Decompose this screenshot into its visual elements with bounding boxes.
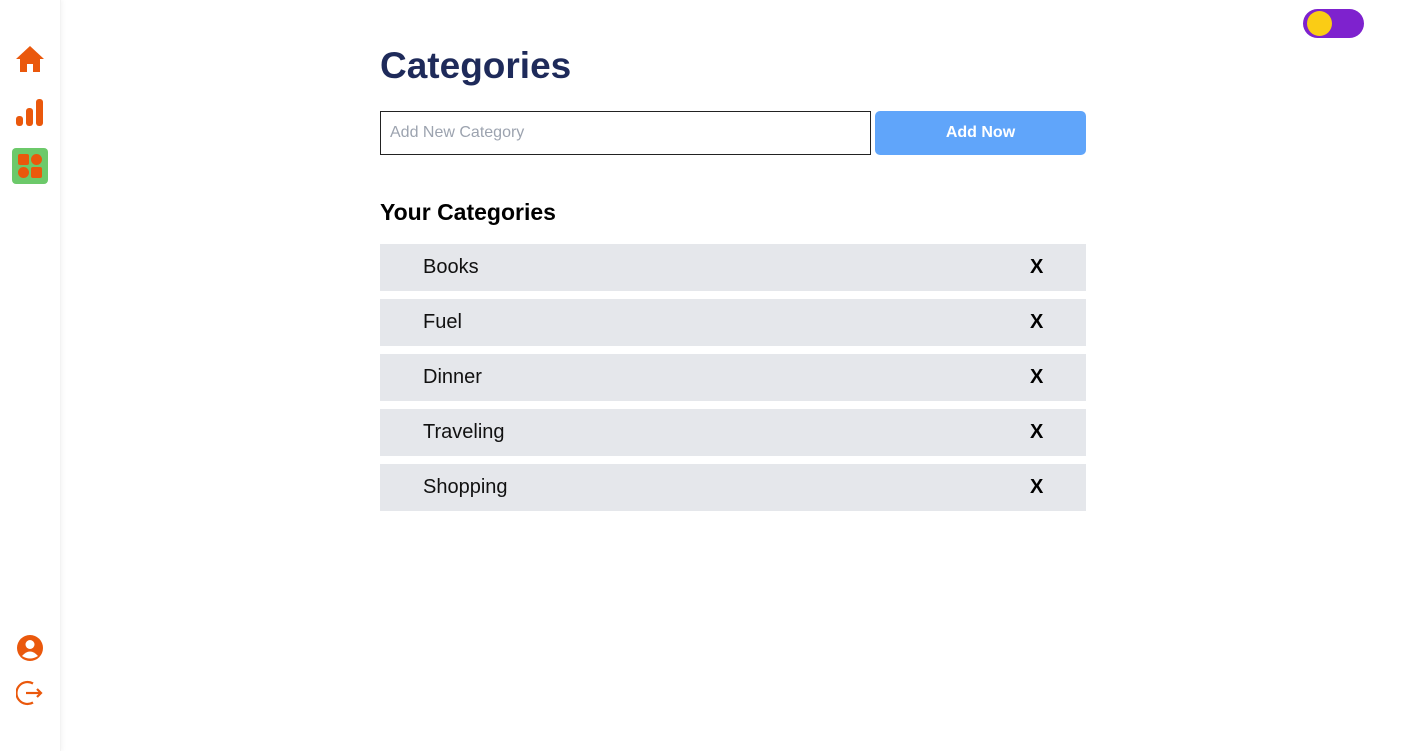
category-row: Fuel X <box>380 299 1086 346</box>
toggle-knob <box>1307 11 1332 36</box>
nav-logout[interactable] <box>12 675 48 711</box>
nav-home[interactable] <box>12 41 48 77</box>
category-name: Traveling <box>423 421 505 443</box>
page-title: Categories <box>380 45 572 86</box>
category-row: Shopping X <box>380 464 1086 511</box>
delete-category-button[interactable]: X <box>1030 311 1043 334</box>
nav-stats[interactable] <box>12 94 48 130</box>
chart-icon <box>15 97 45 127</box>
grid-icon <box>17 153 43 179</box>
new-category-input[interactable] <box>380 111 871 155</box>
category-name: Books <box>423 256 479 278</box>
your-categories-heading: Your Categories <box>380 199 556 225</box>
category-name: Shopping <box>423 476 508 498</box>
theme-toggle[interactable] <box>1303 9 1364 38</box>
category-row: Dinner X <box>380 354 1086 401</box>
nav-categories[interactable] <box>12 148 48 184</box>
delete-category-button[interactable]: X <box>1030 366 1043 389</box>
delete-category-button[interactable]: X <box>1030 476 1043 499</box>
category-name: Fuel <box>423 311 462 333</box>
category-list: Books X Fuel X Dinner X Traveling X Shop… <box>380 244 1086 519</box>
sidebar <box>0 0 61 751</box>
delete-category-button[interactable]: X <box>1030 421 1043 444</box>
user-icon <box>16 634 44 662</box>
nav-profile[interactable] <box>12 630 48 666</box>
add-now-button[interactable]: Add Now <box>875 111 1086 155</box>
category-row: Traveling X <box>380 409 1086 456</box>
category-name: Dinner <box>423 366 482 388</box>
home-icon <box>15 45 45 73</box>
delete-category-button[interactable]: X <box>1030 256 1043 279</box>
logout-icon <box>16 679 44 707</box>
category-row: Books X <box>380 244 1086 291</box>
